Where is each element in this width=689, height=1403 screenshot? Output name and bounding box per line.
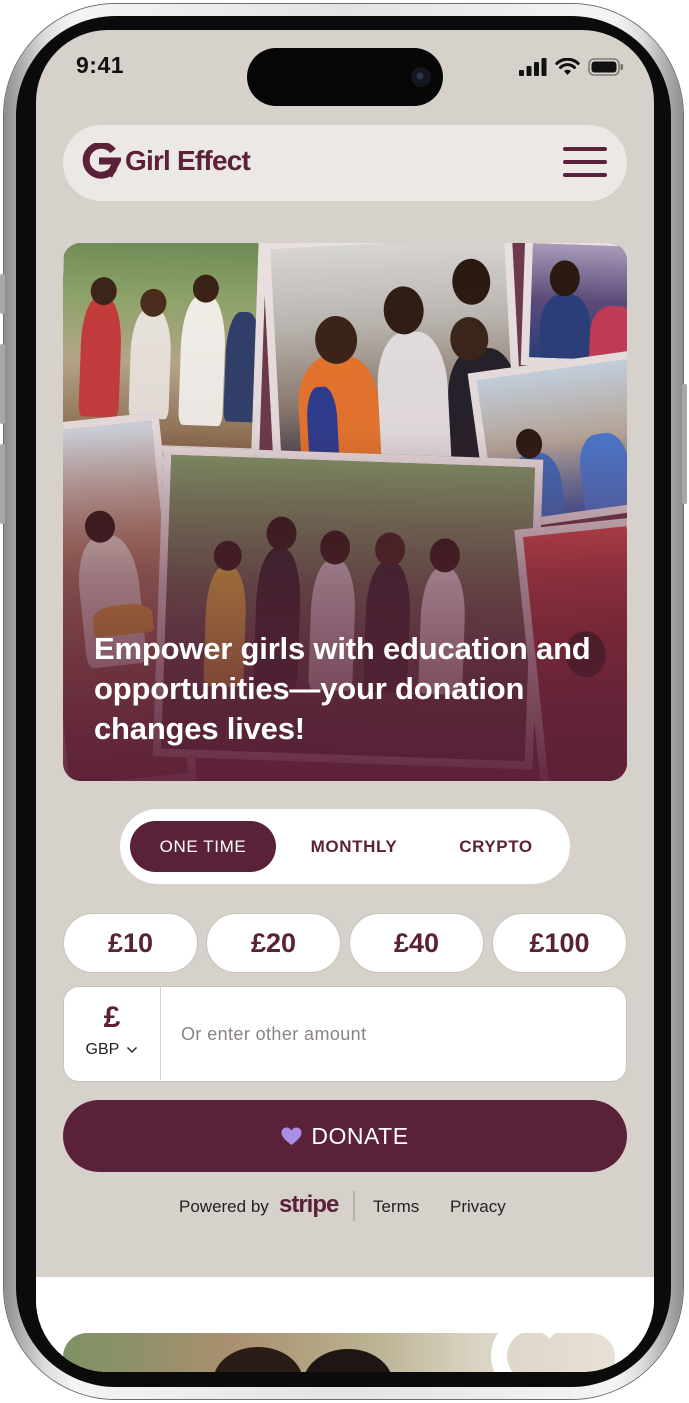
camera-icon [411,67,431,87]
divider [353,1191,355,1221]
hero-banner: Empower girls with education and opportu… [63,243,627,781]
battery-icon [588,58,623,76]
site-header: Girl Effect [63,125,627,201]
dynamic-island [247,48,443,106]
powered-by-text: Powered by [179,1197,269,1216]
currency-code: GBP [64,1041,160,1059]
custom-amount-field: £ GBP [63,986,627,1082]
hero-title: Empower girls with education and opportu… [94,631,591,746]
amount-40-button[interactable]: £40 [349,913,484,973]
logo[interactable]: Girl Effect [81,141,251,181]
tab-monthly[interactable]: MONTHLY [284,821,424,872]
side-button [0,274,5,314]
tab-one-time[interactable]: ONE TIME [130,821,276,872]
terms-link[interactable]: Terms [373,1197,419,1217]
privacy-link[interactable]: Privacy [450,1197,506,1217]
girl-effect-mark-icon [491,1315,573,1372]
amount-10-button[interactable]: £10 [63,913,198,973]
currency-selector[interactable]: £ GBP [64,987,161,1080]
footer-links: Powered by stripe Terms Privacy [36,1190,654,1224]
frequency-selector: ONE TIME MONTHLY CRYPTO [120,809,570,884]
cellular-signal-icon [519,58,547,76]
donate-button[interactable]: DONATE [63,1100,627,1172]
power-button [682,384,687,504]
girl-effect-g-icon [82,143,121,179]
donate-label: DONATE [311,1122,409,1149]
heart-icon [281,1127,302,1145]
amount-20-button[interactable]: £20 [206,913,341,973]
tab-crypto[interactable]: CRYPTO [426,821,566,872]
volume-up-button [0,344,5,424]
logo-text: Girl Effect [125,145,251,176]
status-icons [519,56,624,78]
wifi-icon [555,58,580,75]
currency-symbol: £ [103,1001,121,1034]
other-amount-input[interactable] [179,1015,603,1053]
hamburger-menu-icon[interactable] [563,147,607,179]
status-bar: 9:41 [36,30,654,106]
amount-100-button[interactable]: £100 [492,913,627,973]
chevron-down-icon [127,1046,138,1053]
status-time: 9:41 [76,52,125,78]
stripe-logo: stripe [279,1191,339,1218]
screen: 9:41 Girl Effect Empower girls with educ… [36,30,654,1372]
next-section [36,1277,654,1372]
currency-code-label: GBP [85,1041,120,1058]
amount-options: £10 £20 £40 £100 [63,913,627,973]
volume-down-button [0,444,5,524]
